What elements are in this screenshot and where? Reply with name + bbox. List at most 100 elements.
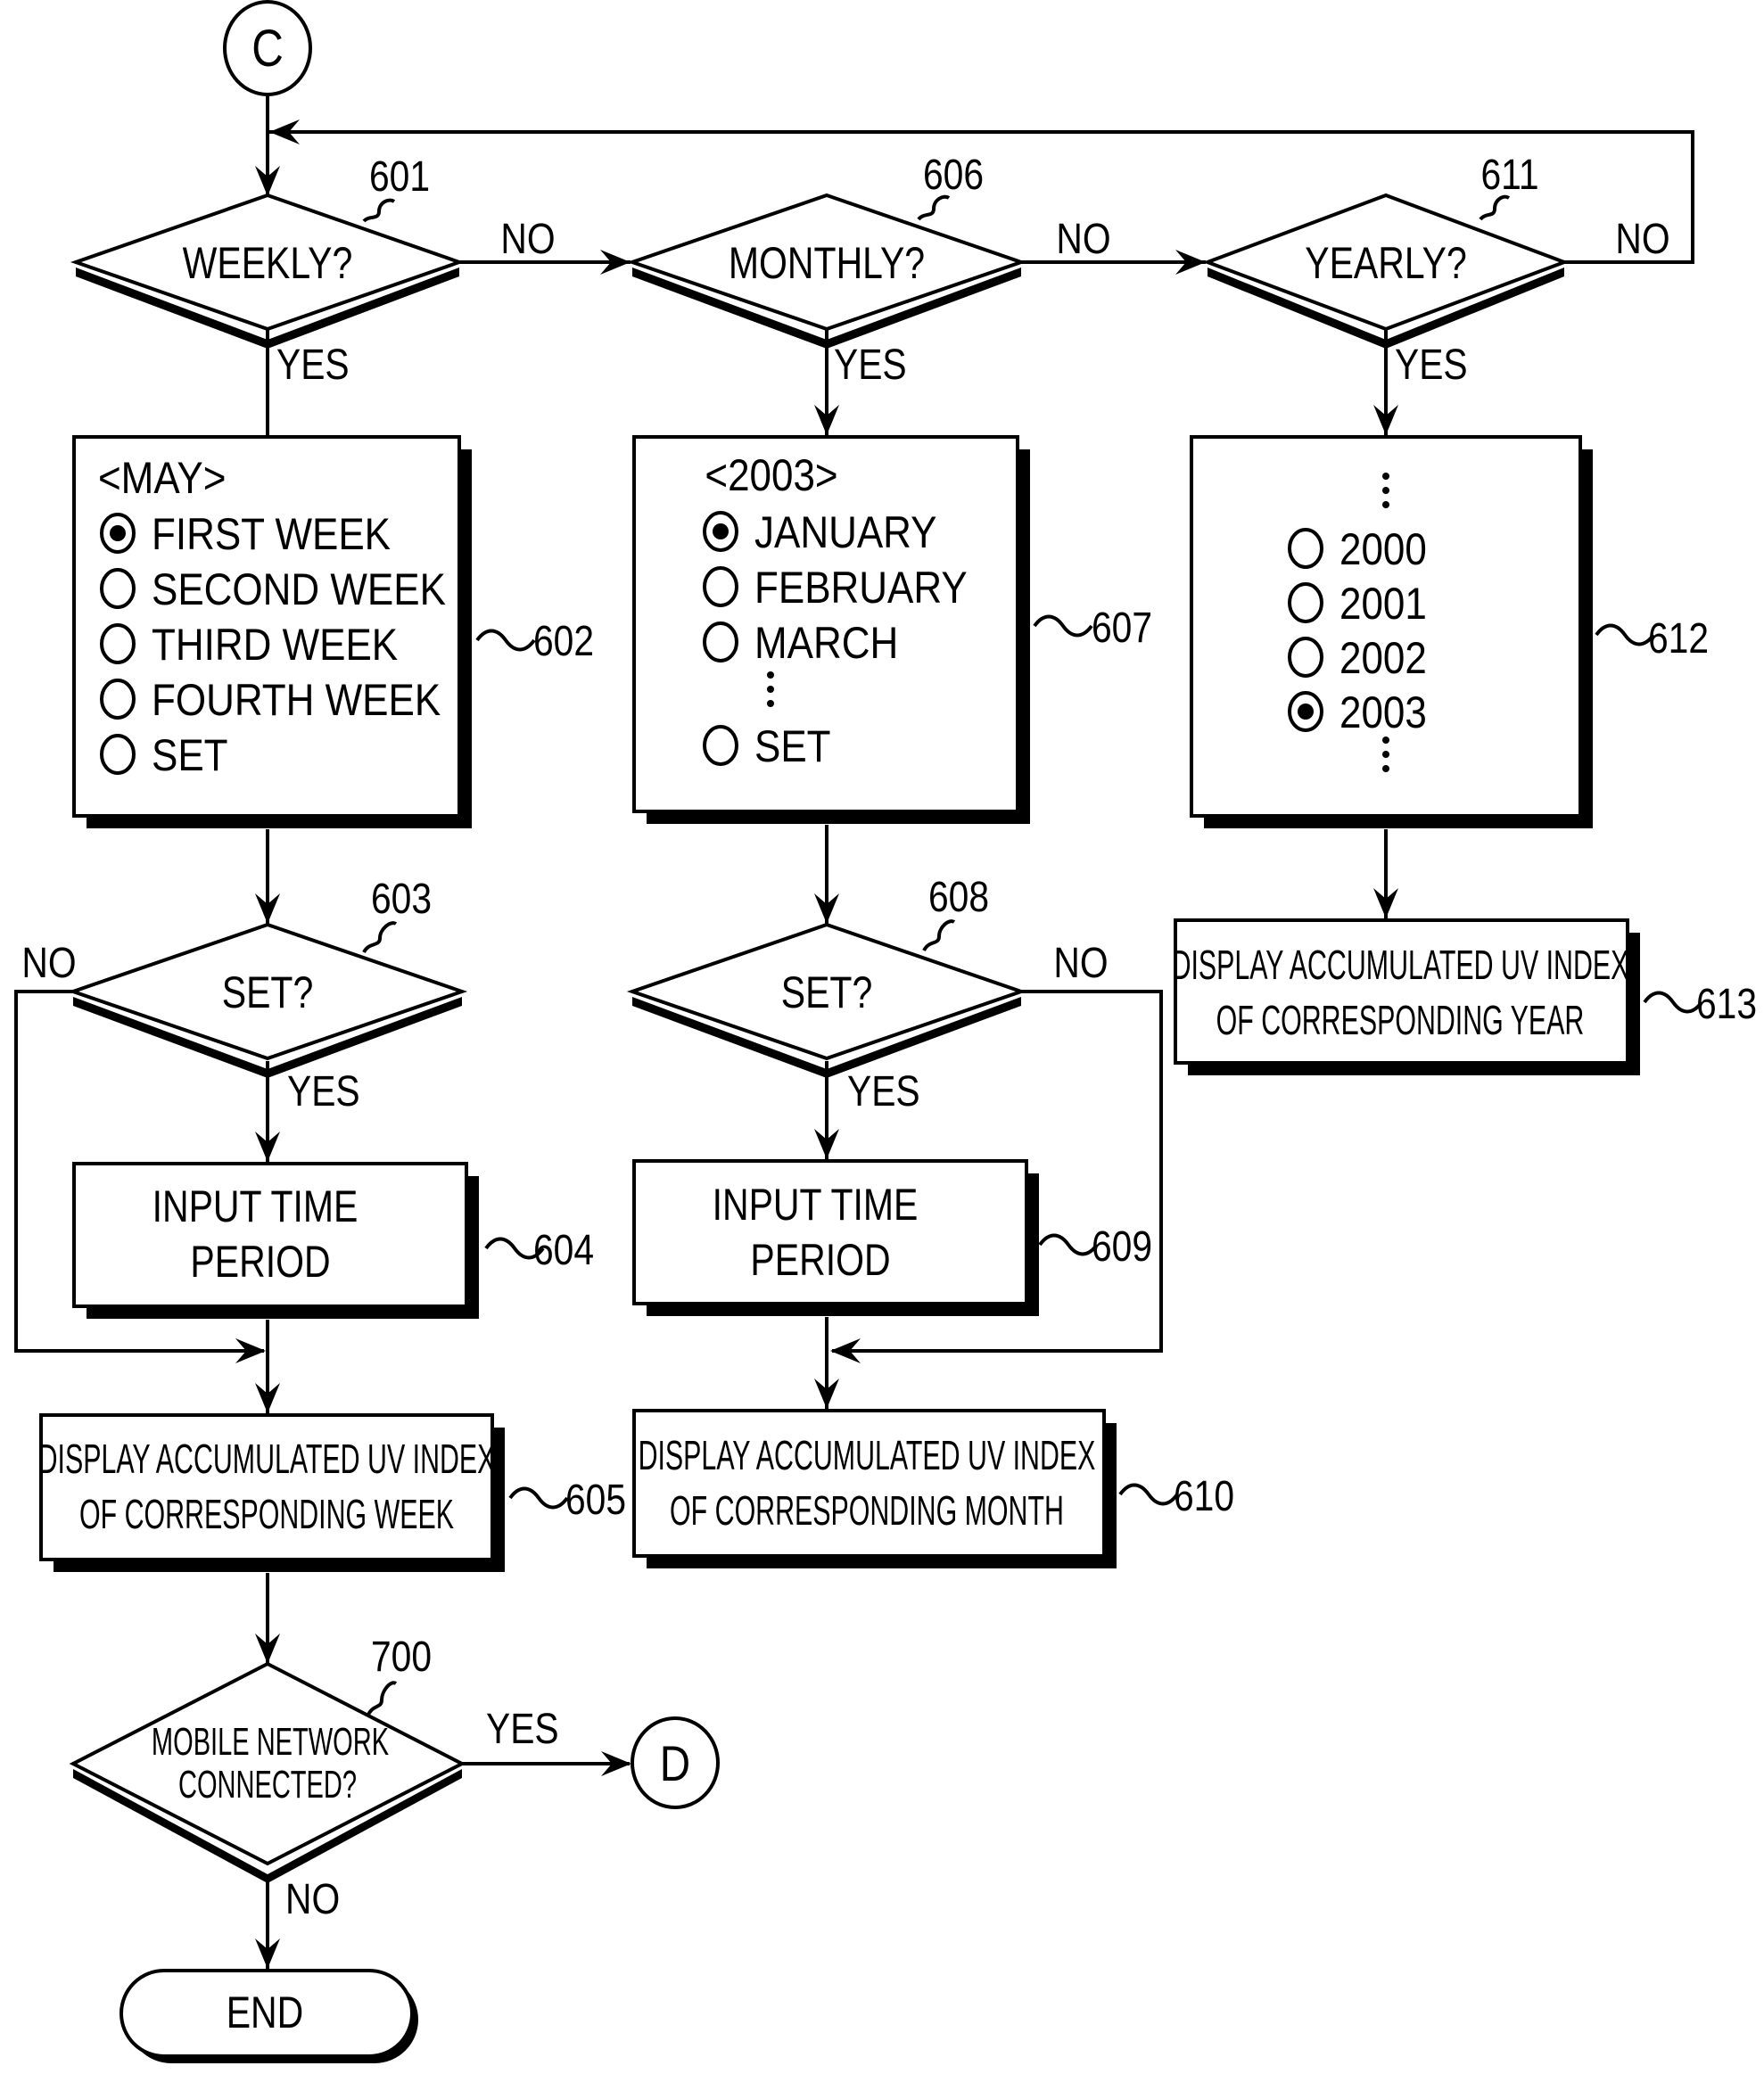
process-input-month-line1: INPUT TIME bbox=[713, 1180, 919, 1230]
process-display-month-line1: DISPLAY ACCUMULATED UV INDEX bbox=[639, 1434, 1096, 1479]
process-display-year-line1: DISPLAY ACCUMULATED UV INDEX bbox=[1172, 943, 1629, 989]
label-set-week-yes: YES bbox=[287, 1068, 360, 1115]
ref-608: 608 bbox=[928, 874, 989, 921]
menu-year-ellipsis-top-icon bbox=[1382, 473, 1389, 508]
label-yearly-no: NO bbox=[1615, 216, 1669, 263]
leader-607 bbox=[1033, 614, 1093, 638]
menu-year-option: 2000 bbox=[1339, 523, 1427, 573]
leader-608 bbox=[922, 919, 956, 952]
radio-empty-icon bbox=[100, 568, 136, 609]
menu-year-option: 2002 bbox=[1339, 632, 1427, 682]
radio-empty-icon bbox=[703, 621, 738, 663]
label-mobile-yes: YES bbox=[486, 1706, 559, 1753]
ellipsis-dot bbox=[1382, 473, 1389, 480]
menu-week-option: THIRD WEEK bbox=[152, 619, 398, 669]
radio-week-4 bbox=[100, 734, 136, 775]
menu-year-option: 2001 bbox=[1339, 578, 1427, 628]
process-display-year-line2: OF CORRESPONDING YEAR bbox=[1216, 999, 1585, 1044]
menu-week-option: SET bbox=[152, 729, 228, 779]
menu-month-option: FEBRUARY bbox=[754, 562, 968, 612]
ref-602: 602 bbox=[533, 618, 594, 665]
ref-601: 601 bbox=[369, 153, 430, 201]
decision-mobile-label-line2: CONNECTED? bbox=[178, 1762, 357, 1807]
menu-month-option: MARCH bbox=[754, 617, 898, 667]
label-set-week-no: NO bbox=[21, 940, 76, 987]
ref-613: 613 bbox=[1696, 981, 1757, 1028]
radio-month-3 bbox=[703, 725, 738, 766]
radio-empty-icon bbox=[703, 725, 738, 766]
menu-month-option: JANUARY bbox=[754, 506, 937, 556]
menu-year-ellipsis-bottom-icon bbox=[1382, 737, 1389, 772]
radio-week-1 bbox=[100, 568, 136, 609]
process-input-week-line1: INPUT TIME bbox=[152, 1181, 359, 1231]
menu-week-option: FIRST WEEK bbox=[152, 508, 391, 558]
radio-year-2 bbox=[1288, 637, 1323, 678]
leader-605 bbox=[508, 1486, 569, 1510]
process-display-week-line2: OF CORRESPONDING WEEK bbox=[79, 1493, 454, 1538]
decision-mobile-label-line1: MOBILE NETWORK bbox=[152, 1719, 389, 1764]
radio-empty-icon bbox=[1288, 637, 1323, 678]
label-set-month-no: NO bbox=[1053, 940, 1108, 987]
radio-empty-icon bbox=[1288, 582, 1323, 623]
ref-604: 604 bbox=[533, 1227, 594, 1274]
decision-monthly-label: MONTHLY? bbox=[729, 238, 925, 288]
ellipsis-dot bbox=[1382, 751, 1389, 758]
radio-dot-icon bbox=[713, 523, 729, 539]
flowchart: C WEEKLY? MONTHLY? YEARLY? 601 606 611 NO NO NO YE… bbox=[14, 0, 1757, 2063]
ellipsis-dot bbox=[1382, 737, 1389, 744]
label-monthly-no: NO bbox=[1056, 216, 1110, 263]
label-yearly-yes: YES bbox=[1395, 342, 1468, 389]
label-monthly-yes: YES bbox=[834, 342, 907, 389]
ref-606: 606 bbox=[923, 152, 984, 199]
decision-set-month-label: SET? bbox=[781, 967, 873, 1017]
ellipsis-dot bbox=[1382, 487, 1389, 494]
label-weekly-yes: YES bbox=[276, 342, 350, 389]
radio-dot-icon bbox=[1298, 704, 1314, 720]
radio-year-3 bbox=[1288, 691, 1323, 732]
leader-609 bbox=[1038, 1233, 1099, 1256]
ref-700: 700 bbox=[371, 1634, 432, 1681]
menu-week-option: SECOND WEEK bbox=[152, 564, 446, 613]
radio-empty-icon bbox=[100, 679, 136, 720]
process-display-month-line2: OF CORRESPONDING MONTH bbox=[670, 1489, 1064, 1535]
connector-d-label: D bbox=[660, 1736, 690, 1791]
menu-month-ellipsis-icon bbox=[767, 671, 774, 707]
leader-601 bbox=[362, 198, 396, 223]
process-input-month-line2: PERIOD bbox=[750, 1235, 890, 1285]
ref-609: 609 bbox=[1092, 1223, 1152, 1271]
decision-yearly-label: YEARLY? bbox=[1305, 238, 1467, 288]
terminal-end-label: END bbox=[227, 1988, 304, 2037]
ref-612: 612 bbox=[1648, 615, 1709, 663]
radio-empty-icon bbox=[703, 566, 738, 607]
label-set-month-yes: YES bbox=[847, 1068, 920, 1115]
process-display-week-line1: DISPLAY ACCUMULATED UV INDEX bbox=[38, 1437, 496, 1483]
label-weekly-no: NO bbox=[500, 216, 555, 263]
radio-empty-icon bbox=[1288, 528, 1323, 569]
menu-week-option: FOURTH WEEK bbox=[152, 674, 441, 724]
menu-month-option: SET bbox=[754, 720, 831, 770]
process-input-week-line2: PERIOD bbox=[190, 1237, 330, 1287]
decision-weekly-label: WEEKLY? bbox=[183, 238, 353, 288]
decision-set-week-label: SET? bbox=[222, 967, 314, 1017]
radio-month-1 bbox=[703, 566, 738, 607]
leader-610 bbox=[1118, 1483, 1179, 1506]
ellipsis-dot bbox=[1382, 765, 1389, 772]
radio-week-2 bbox=[100, 623, 136, 664]
ellipsis-dot bbox=[767, 700, 774, 707]
ref-605: 605 bbox=[565, 1477, 626, 1524]
radio-week-0 bbox=[100, 513, 136, 554]
leader-700 bbox=[366, 1681, 398, 1717]
leader-606 bbox=[917, 194, 951, 221]
radio-dot-icon bbox=[110, 525, 126, 541]
ellipsis-dot bbox=[1382, 501, 1389, 508]
leader-613 bbox=[1643, 991, 1703, 1014]
menu-month-title: <2003> bbox=[705, 449, 837, 499]
label-mobile-no: NO bbox=[285, 1876, 340, 1923]
leader-611 bbox=[1479, 194, 1511, 221]
ref-607: 607 bbox=[1092, 605, 1152, 652]
connector-c-label: C bbox=[251, 20, 284, 78]
radio-year-1 bbox=[1288, 582, 1323, 623]
radio-empty-icon bbox=[100, 623, 136, 664]
radio-week-3 bbox=[100, 679, 136, 720]
leader-603 bbox=[362, 921, 398, 954]
